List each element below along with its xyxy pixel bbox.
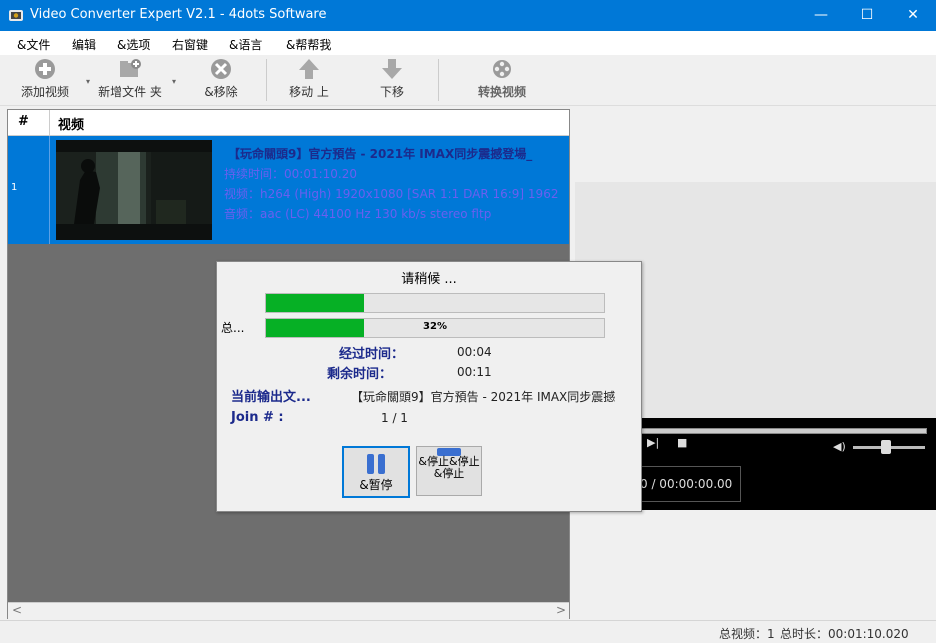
- total-duration: 总时长：00:01:10.020: [780, 627, 909, 641]
- row-number: 1: [11, 182, 18, 193]
- move-up-label: 移动 上: [289, 85, 329, 99]
- file-progress-fill: [266, 294, 365, 312]
- add-video-dropdown-icon[interactable]: ▾: [86, 77, 90, 86]
- thumbnail-image: [56, 140, 212, 240]
- video-title: 【玩命關頭9】官方預告 - 2021年 IMAX同步震撼登場_: [228, 147, 533, 161]
- total-progress-bar: 32%: [265, 318, 605, 338]
- app-icon: [9, 10, 23, 21]
- video-stream-info: 视频：h264 (High) 1920x1080 [SAR 1:1 DAR 16…: [224, 187, 559, 201]
- add-video-label: 添加视频: [20, 85, 69, 99]
- list-header: # 视频: [8, 110, 569, 136]
- output-file-value: 【玩命關頭9】官方預告 - 2021年 IMAX同步震撼: [351, 390, 616, 404]
- stop-label: &停止&停止&停止: [418, 455, 480, 480]
- remove-label: &移除: [204, 85, 238, 99]
- minimize-button[interactable]: —: [798, 0, 844, 31]
- arrow-down-icon: [382, 59, 402, 79]
- elapsed-time-label: 经过时间：: [339, 347, 405, 362]
- step-forward-icon[interactable]: ▶|: [647, 436, 663, 452]
- status-bar: 总视频：1 总时长：00:01:10.020: [0, 620, 936, 643]
- menu-language[interactable]: &语言: [229, 36, 262, 53]
- maximize-button[interactable]: ☐: [844, 0, 890, 31]
- folder-add-icon: [120, 59, 141, 77]
- pause-label: &暂停: [359, 478, 393, 492]
- join-label: Join # :: [231, 410, 284, 425]
- progress-dialog: 请稍候 ... 总... 32% 经过时间： 00:04 剩余时间： 00:11…: [216, 261, 642, 512]
- time-display: 0 / 00:00:00.00: [635, 466, 741, 502]
- video-duration: 持续时间：00:01:10.20: [224, 167, 357, 181]
- menu-file[interactable]: &文件: [17, 36, 50, 53]
- total-progress-label: 总...: [221, 321, 245, 335]
- convert-button[interactable]: 转换视频: [466, 55, 538, 103]
- film-reel-icon: [493, 60, 511, 78]
- menu-help[interactable]: &帮帮我: [286, 36, 331, 53]
- volume-icon[interactable]: ◀): [833, 440, 846, 453]
- pause-icon: [367, 454, 385, 474]
- total-progress-percent: 32%: [423, 321, 447, 332]
- pause-button[interactable]: &暂停: [342, 446, 410, 498]
- elapsed-time-value: 00:04: [457, 345, 492, 359]
- toolbar: 添加视频 ▾ 新增文件 夹 ▾ &移除 移动 上 下移 转换视频: [0, 55, 936, 106]
- add-folder-dropdown-icon[interactable]: ▾: [172, 77, 176, 86]
- arrow-up-icon: [299, 59, 319, 79]
- preview-bottom-area: [575, 510, 936, 617]
- video-thumbnail: [56, 140, 212, 240]
- seek-bar[interactable]: [635, 428, 927, 434]
- join-value: 1 / 1: [381, 411, 408, 425]
- add-folder-label: 新增文件 夹: [98, 85, 162, 99]
- remaining-time-value: 00:11: [457, 365, 492, 379]
- scroll-right-icon[interactable]: >: [556, 603, 566, 617]
- output-file-label: 当前输出文...: [231, 390, 311, 405]
- move-up-button[interactable]: 移动 上: [284, 55, 334, 103]
- menu-right-click[interactable]: 右窗键: [172, 36, 208, 53]
- volume-knob[interactable]: [881, 440, 891, 454]
- remaining-time-label: 剩余时间：: [327, 367, 393, 382]
- total-videos: 总视频：1: [719, 627, 775, 641]
- window-title: Video Converter Expert V2.1 - 4dots Soft…: [30, 7, 327, 22]
- remove-icon: [211, 59, 231, 79]
- horizontal-scrollbar[interactable]: < >: [8, 602, 569, 619]
- column-header-video[interactable]: 视频: [58, 114, 84, 133]
- close-button[interactable]: ✕: [890, 0, 936, 31]
- toolbar-separator: [438, 59, 439, 101]
- add-folder-button[interactable]: 新增文件 夹: [94, 55, 166, 103]
- move-down-button[interactable]: 下移: [370, 55, 414, 103]
- menu-bar: &文件 编辑 &选项 右窗键 &语言 &帮帮我: [0, 31, 936, 55]
- scroll-left-icon[interactable]: <: [12, 603, 22, 617]
- column-divider: [49, 110, 50, 135]
- title-bar: Video Converter Expert V2.1 - 4dots Soft…: [0, 0, 936, 31]
- stop-button[interactable]: &停止&停止&停止: [416, 446, 482, 496]
- dialog-title: 请稍候 ...: [401, 272, 457, 287]
- stop-icon[interactable]: ■: [677, 436, 693, 452]
- file-progress-bar: [265, 293, 605, 313]
- add-icon: [35, 59, 55, 79]
- remove-button[interactable]: &移除: [196, 55, 246, 103]
- menu-options[interactable]: &选项: [117, 36, 150, 53]
- convert-label: 转换视频: [477, 85, 526, 99]
- toolbar-separator: [266, 59, 267, 101]
- menu-edit[interactable]: 编辑: [72, 36, 96, 53]
- audio-stream-info: 音频：aac (LC) 44100 Hz 130 kb/s stereo flt…: [224, 207, 492, 221]
- preview-top-area: [575, 109, 936, 182]
- column-divider: [49, 136, 50, 244]
- column-header-num[interactable]: #: [18, 114, 29, 129]
- add-video-button[interactable]: 添加视频: [14, 55, 76, 103]
- list-row[interactable]: 1 【玩命關頭9】官方預告 - 2021年 IMAX同步震撼登場_ 持续时间：0…: [8, 136, 569, 244]
- move-down-label: 下移: [379, 85, 404, 99]
